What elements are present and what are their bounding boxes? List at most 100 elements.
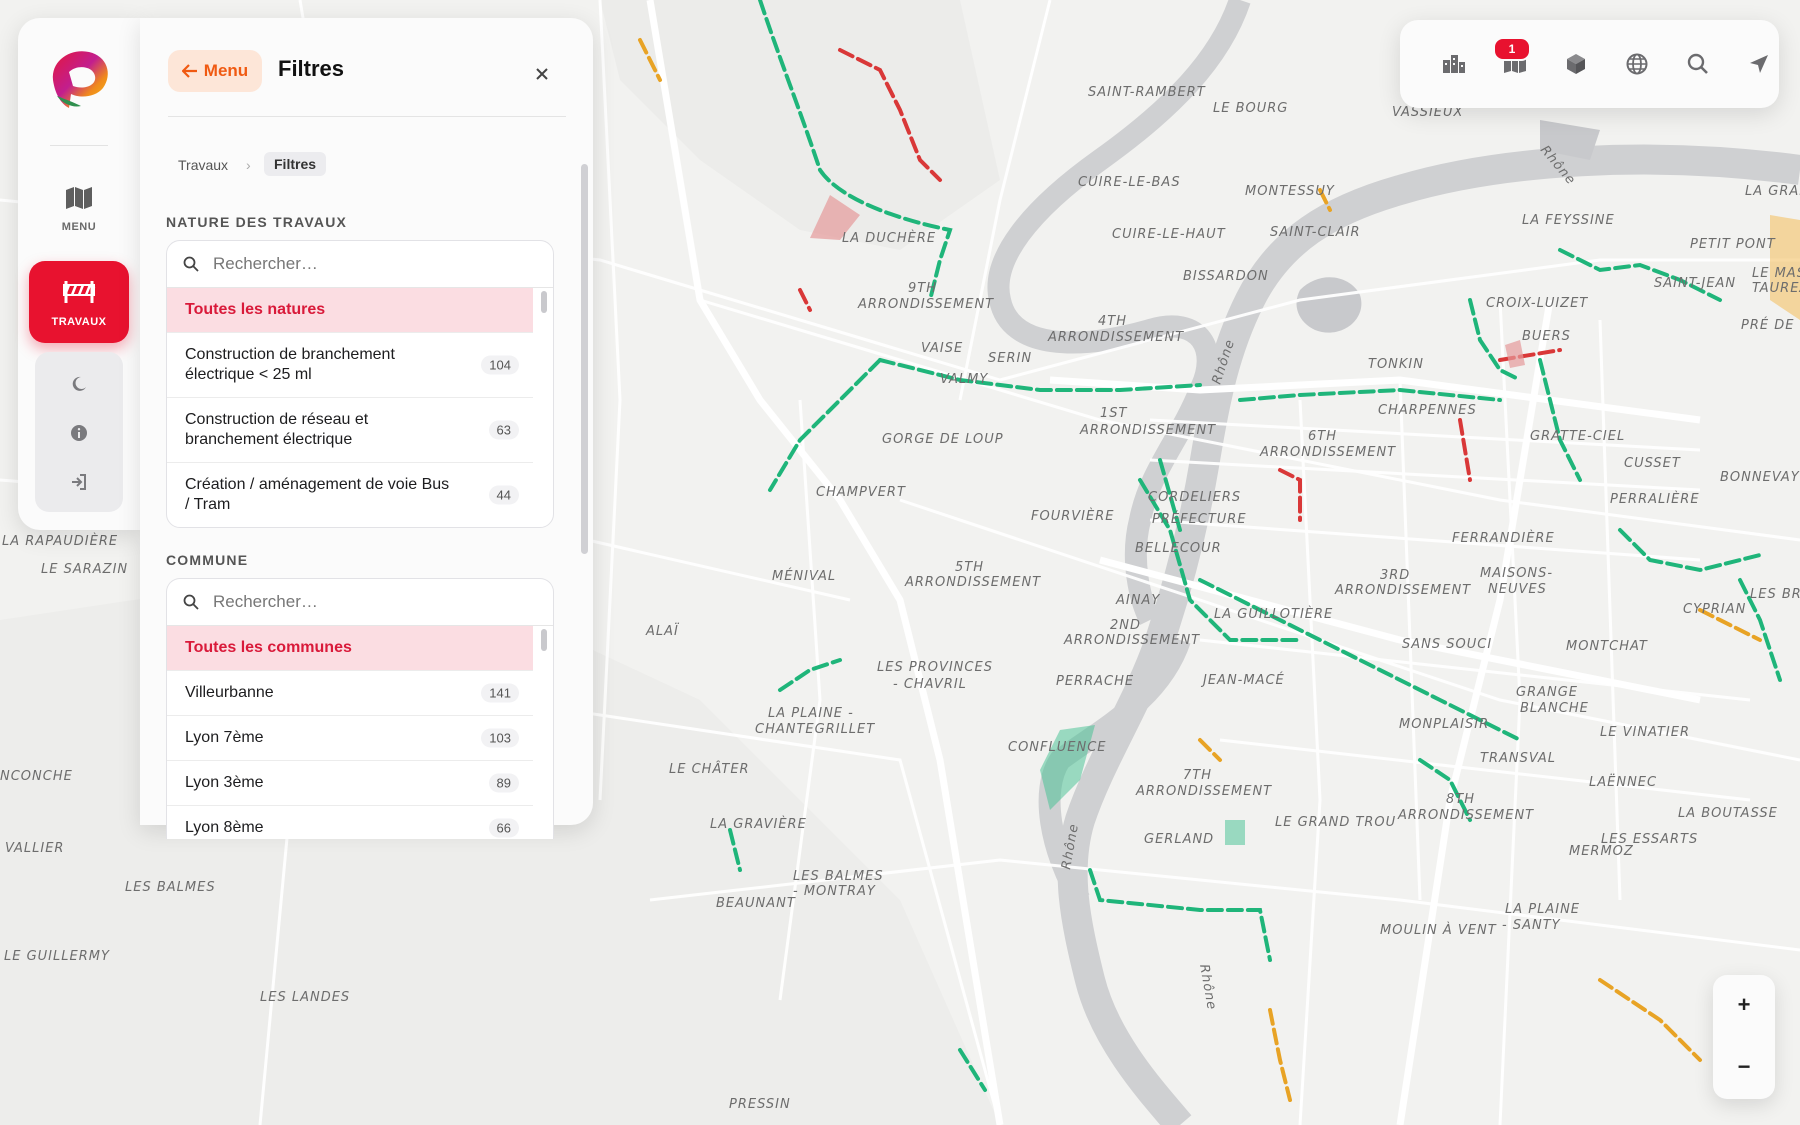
map-label: FOURVIÈRE [1031, 508, 1114, 524]
commune-option[interactable]: Lyon 7ème 103 [167, 716, 533, 761]
map-label: NEUVES [1488, 582, 1547, 597]
nature-option[interactable]: Construction de réseau et branchement él… [167, 398, 533, 463]
map-label: ARRONDISSEMENT [1397, 808, 1534, 823]
map-label: AINAY [1115, 593, 1160, 608]
back-label: Menu [203, 61, 249, 80]
map-label: CUIRE-LE-HAUT [1112, 227, 1226, 242]
info-button[interactable] [59, 413, 99, 453]
zoom-out-button[interactable]: − [1713, 1037, 1775, 1097]
map-label: 2ND [1110, 618, 1141, 633]
map-label: CHARPENNES [1378, 403, 1477, 418]
map-label: CONFLUENCE [1008, 740, 1107, 755]
roadworks-barrier-icon [63, 281, 96, 303]
nature-option-all[interactable]: Toutes les natures [167, 288, 533, 333]
option-label: Toutes les communes [185, 639, 352, 656]
map-label: GERLAND [1144, 832, 1214, 847]
map-label: LA BOUTASSE [1678, 806, 1778, 821]
buildings-icon [1443, 55, 1465, 73]
map-label: BLANCHE [1520, 701, 1589, 716]
map-label: LES LANDES [260, 990, 350, 1005]
map-label: BONNEVAY [1720, 470, 1800, 485]
nature-filter-list: Toutes les natures Construction de branc… [166, 240, 554, 528]
zoom-in-button[interactable]: + [1713, 975, 1775, 1035]
map-label: LES BALMES [793, 869, 884, 884]
rail-tools-group [35, 352, 123, 512]
search-icon [1687, 53, 1708, 74]
map-label: SANS SOUCI [1402, 637, 1492, 652]
commune-option-all[interactable]: Toutes les communes [167, 626, 533, 671]
map-label: 1ST [1100, 406, 1128, 421]
theme-toggle-button[interactable] [59, 364, 99, 404]
commune-search [167, 579, 553, 626]
option-count: 44 [488, 485, 519, 505]
map-label: GRANGE [1516, 685, 1578, 700]
option-label: Construction de branchement électrique <… [185, 346, 395, 383]
cube-3d-icon [1567, 54, 1585, 74]
login-button[interactable] [59, 462, 99, 502]
map-label: LA FEYSSINE [1522, 213, 1615, 228]
nature-list-scrollbar[interactable] [541, 291, 547, 313]
map-label: CHAMPVERT [816, 485, 906, 500]
map-label: LE VINATIER [1600, 725, 1690, 740]
commune-option[interactable]: Lyon 8ème 66 [167, 806, 533, 839]
moon-icon [72, 376, 86, 391]
menu-label: MENU [61, 221, 97, 233]
map-label: VALMY [940, 372, 988, 387]
map-label: BELLECOUR [1135, 541, 1222, 556]
buildings-button[interactable] [1436, 46, 1472, 82]
map-label: LA DUCHÈRE [842, 230, 936, 246]
map-label: ARRONDISSEMENT [1135, 784, 1272, 799]
nature-option[interactable]: Construction de branchement électrique <… [167, 333, 533, 398]
map-label: SERIN [988, 351, 1032, 366]
map-label: MONTCHAT [1566, 639, 1648, 654]
map-label: LA GRAF [1745, 184, 1800, 199]
login-icon [72, 474, 86, 490]
map-label: LA GUILLOTIÈRE [1214, 606, 1333, 622]
globe-button[interactable] [1619, 46, 1655, 82]
commune-list-scrollbar[interactable] [541, 629, 547, 651]
3d-view-button[interactable] [1558, 46, 1594, 82]
map-search-button[interactable] [1680, 46, 1716, 82]
option-label: Villeurbanne [185, 684, 274, 701]
close-icon [536, 68, 548, 80]
map-label: MAISONS- [1480, 566, 1553, 581]
map-label: CUIRE-LE-BAS [1078, 175, 1181, 190]
map-label: GORGE DE LOUP [882, 432, 1004, 447]
commune-search-input[interactable] [211, 591, 515, 613]
commune-option[interactable]: Villeurbanne 141 [167, 671, 533, 716]
map-label: LES ESSARTS [1601, 832, 1698, 847]
map-label: LA RAPAUDIÈRE [2, 533, 118, 549]
map-label: 3RD [1380, 568, 1410, 583]
app-logo[interactable] [43, 42, 115, 114]
nature-heading: NATURE DES TRAVAUX [166, 214, 348, 230]
map-label: - CHAVRIL [893, 677, 967, 692]
panel-scrollbar[interactable] [581, 164, 588, 554]
map-label: BEAUNANT [716, 896, 796, 911]
map-label: ALAÏ [645, 623, 680, 639]
panel-title: Filtres [278, 56, 345, 81]
menu-button[interactable]: MENU [29, 186, 129, 256]
filters-panel: Menu Filtres Travaux › Filtres NATURE DE… [140, 18, 593, 839]
notification-badge: 1 [1493, 37, 1531, 61]
side-rail: MENU TRAVAUX [18, 18, 140, 530]
map-label: 8TH [1446, 792, 1475, 807]
map-label: GRATTE-CIEL [1530, 429, 1625, 444]
map-label: - MONTRAY [793, 884, 876, 899]
search-icon [183, 594, 199, 610]
locate-button[interactable] [1741, 46, 1777, 82]
close-panel-button[interactable] [530, 62, 554, 86]
map-label: JEAN-MACÉ [1200, 672, 1285, 688]
map-label: LE CHÂTER [669, 761, 750, 777]
nature-option[interactable]: Création / aménagement de voie Bus / Tra… [167, 463, 533, 527]
back-to-menu-button[interactable]: Menu [168, 50, 262, 92]
map-label: MOULIN À VENT [1380, 922, 1497, 938]
map-label: CORDELIERS [1148, 490, 1241, 505]
travaux-button[interactable]: TRAVAUX [29, 261, 129, 343]
option-label: Lyon 8ème [185, 819, 264, 836]
breadcrumb-travaux[interactable]: Travaux [178, 157, 228, 173]
map-label: BUERS [1522, 329, 1571, 344]
map-label: MÉNIVAL [772, 568, 836, 584]
commune-option[interactable]: Lyon 3ème 89 [167, 761, 533, 806]
nature-search-input[interactable] [211, 253, 515, 275]
map-label: ARRONDISSEMENT [1047, 330, 1184, 345]
